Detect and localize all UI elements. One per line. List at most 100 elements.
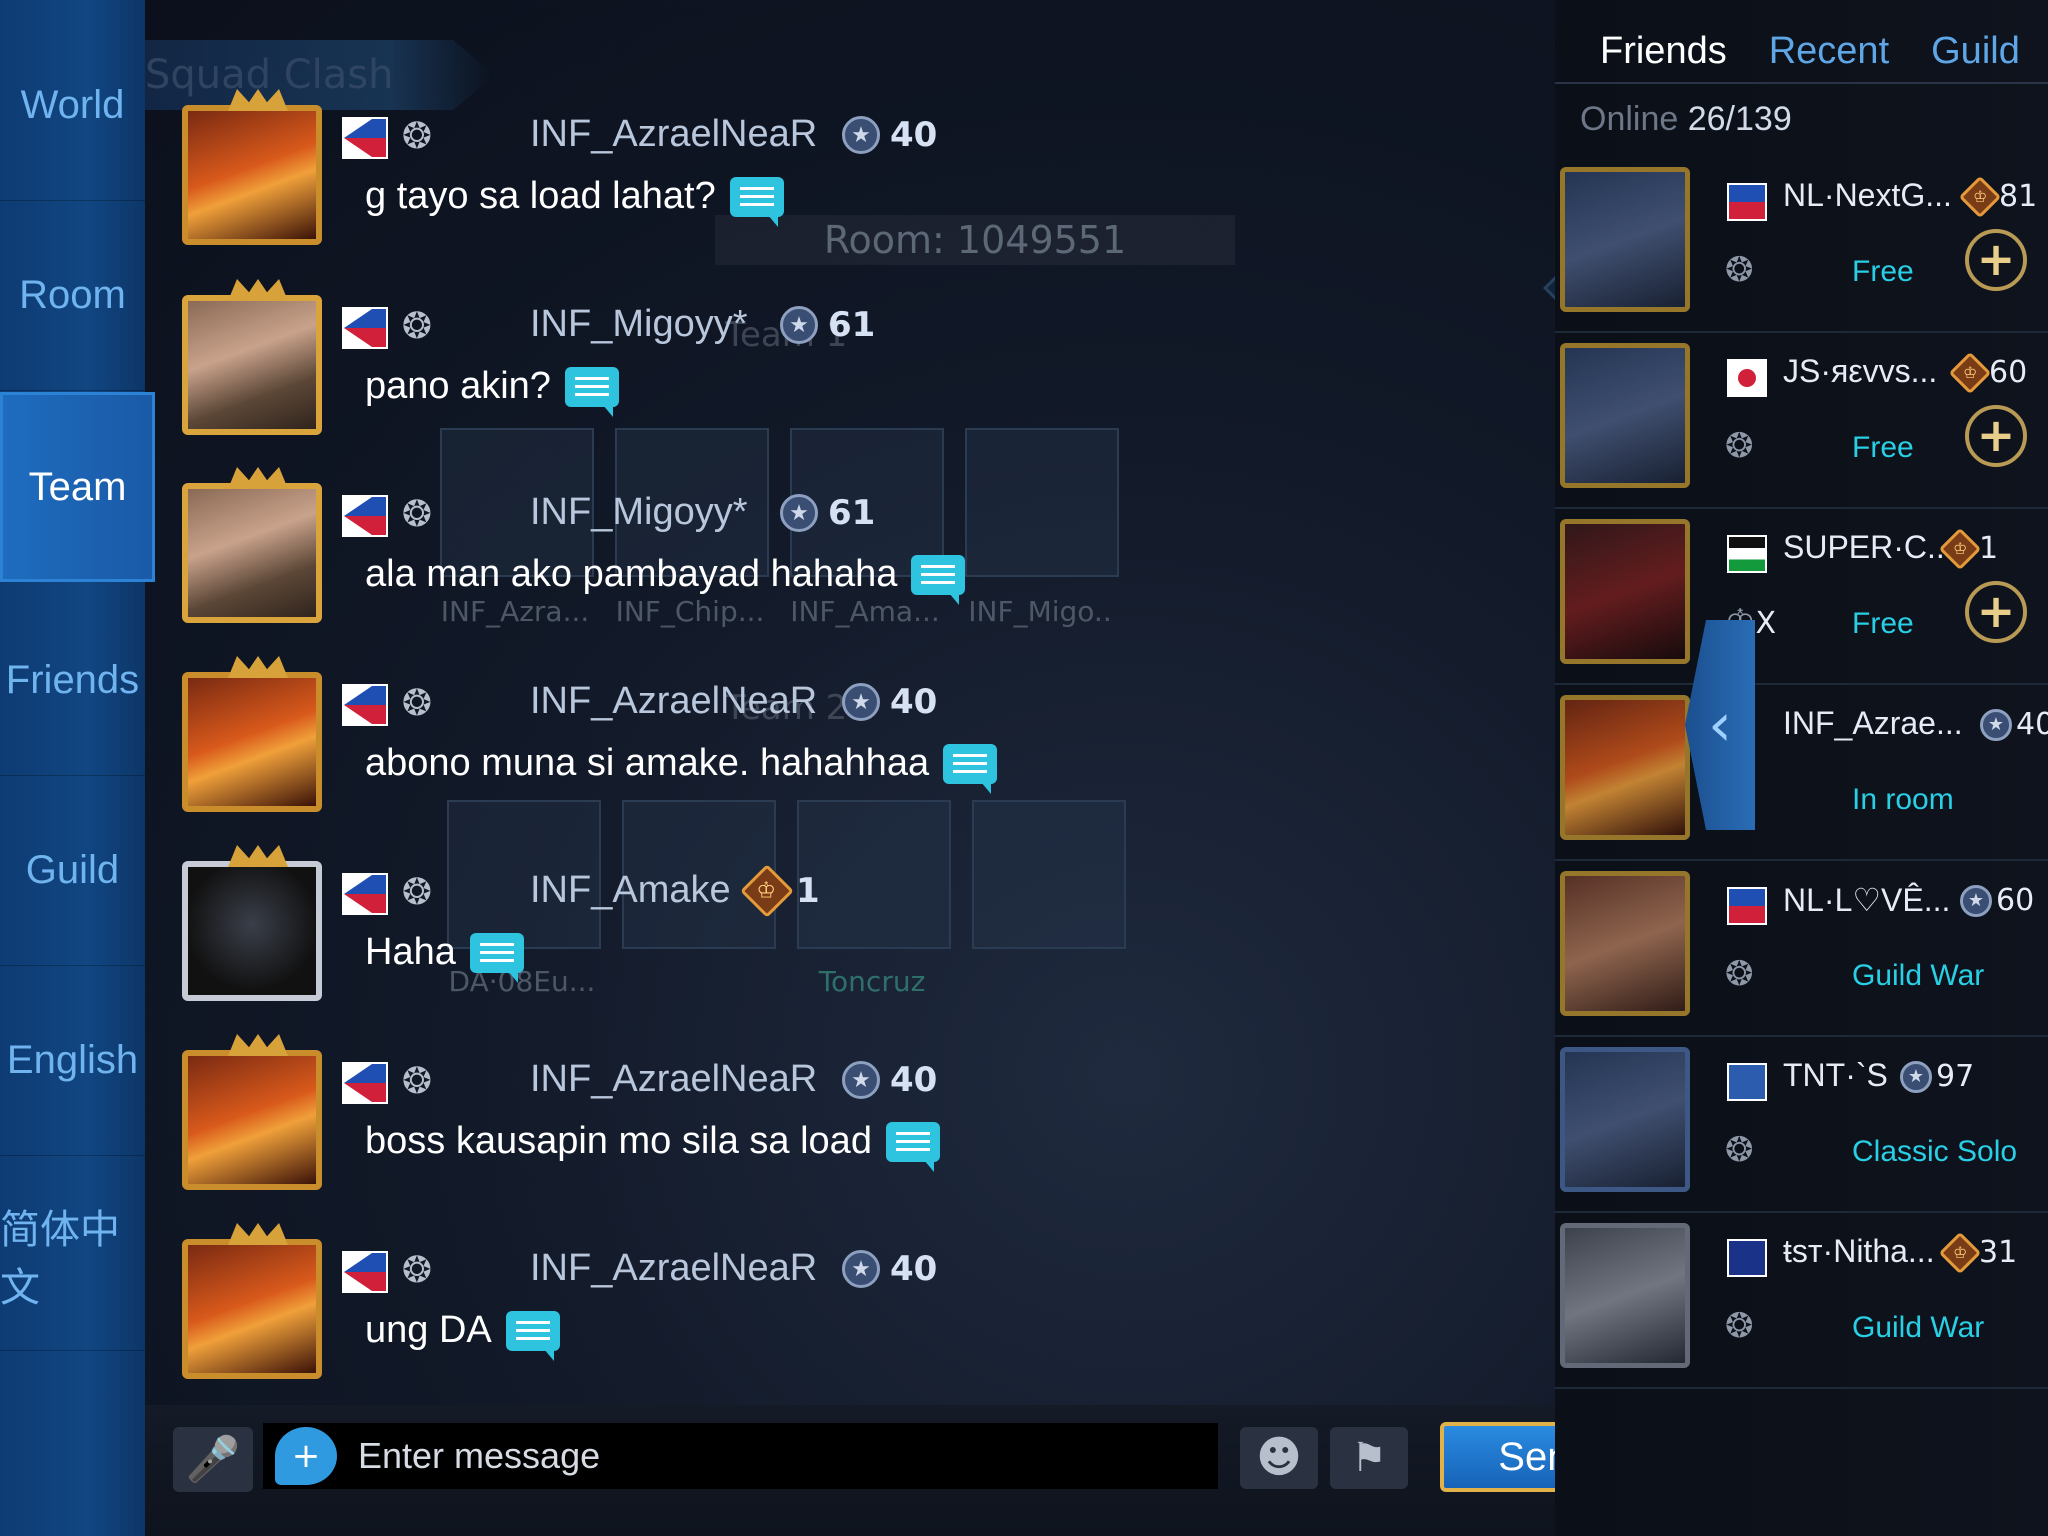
friend-row[interactable]: NL·L♡VÊ... ★ 60 ❂ Guild War xyxy=(1555,859,2048,1037)
chat-message: ❂ INF_Migoyy* ★ 61 ala man ako pambayad h… xyxy=(170,423,1470,623)
friend-name: JS·яεvvs... xyxy=(1783,353,1938,389)
message-text: boss kausapin mo sila sa load xyxy=(365,1120,872,1162)
friends-panel-tabs: Friends Recent Guild xyxy=(1600,30,2020,73)
friend-row[interactable]: SUPER·C... ♔1 ♔ X Free + xyxy=(1555,507,2048,685)
crown-icon xyxy=(228,467,288,489)
message-input[interactable] xyxy=(263,1423,1218,1489)
rank: ★ 40 xyxy=(842,1060,937,1100)
quick-chat-icon[interactable]: + xyxy=(275,1427,337,1485)
tab-label: Room xyxy=(19,272,126,317)
friend-row[interactable]: JS·яεvvs... ♔ 60 ❂ Free + xyxy=(1555,331,2048,509)
rank-star-icon: ★ xyxy=(842,1061,880,1099)
philippines-flag-icon xyxy=(342,495,388,537)
tab-team[interactable]: Team xyxy=(0,392,155,582)
microphone-icon[interactable]: 🎤 xyxy=(173,1427,253,1492)
tab-guild[interactable]: Guild xyxy=(0,775,145,966)
message-text-row: pano akin? xyxy=(365,365,619,417)
rank-value: 61 xyxy=(828,493,876,533)
japan-flag-icon xyxy=(1727,359,1767,397)
tab-chinese[interactable]: 简体中文 xyxy=(0,1160,145,1351)
friend-name: INF_Azrae... xyxy=(1783,705,1963,741)
crown-icon xyxy=(228,656,288,678)
rank-crown-icon: ♔ xyxy=(740,864,794,918)
medal-icon: ❂ xyxy=(401,494,433,535)
friend-avatar xyxy=(1560,871,1690,1016)
medal-icon: ❂ xyxy=(401,1250,433,1291)
username[interactable]: INF_Migoyy* xyxy=(530,491,748,534)
rank-star-icon: ★ xyxy=(780,306,818,344)
rank-star-icon: ★ xyxy=(1900,1060,1932,1093)
tab-recent[interactable]: Recent xyxy=(1769,30,1889,73)
friend-row[interactable]: INF_Azrae... ★ 40 In room xyxy=(1555,683,2048,861)
tab-world[interactable]: World xyxy=(0,10,145,201)
rank-value: 1 xyxy=(796,871,820,911)
rank: ★ 40 xyxy=(842,682,937,722)
username[interactable]: INF_AzraelNeaR xyxy=(530,113,817,156)
username[interactable]: INF_Migoyy* xyxy=(530,303,748,346)
rank-star-icon: ★ xyxy=(842,116,880,154)
crown-icon xyxy=(228,845,288,867)
online-label: Online xyxy=(1580,100,1679,138)
friend-name: ŧsт·Nitha... xyxy=(1783,1233,1935,1269)
chat-message: ❂ INF_AzraelNeaR ★ 40 ung DA xyxy=(170,1179,1470,1379)
username[interactable]: INF_AzraelNeaR xyxy=(530,1247,817,1290)
friend-row[interactable]: ŧsт·Nitha... ♔ 31 ❂ Guild War xyxy=(1555,1211,2048,1389)
tab-room[interactable]: Room xyxy=(0,200,145,391)
message-text: pano akin? xyxy=(365,365,551,407)
flag-icon[interactable]: ⚑ xyxy=(1330,1427,1408,1489)
chat-message: ❂ INF_Amake ♔ 1 Haha xyxy=(170,801,1470,1001)
tab-english[interactable]: English xyxy=(0,965,145,1156)
channel-sidebar: World Room Team Friends Guild English 简体… xyxy=(0,0,155,1536)
tab-friends-list[interactable]: Friends xyxy=(1600,30,1727,73)
rank-crown-icon: ♔ xyxy=(1948,351,1992,394)
rank-star-icon: ★ xyxy=(1960,884,1992,917)
avatar[interactable] xyxy=(182,467,322,623)
friend-name: NL·L♡VÊ... xyxy=(1783,882,1951,918)
rank-crown-icon: ♔ xyxy=(1938,1231,1982,1274)
friend-row[interactable]: TNT·`S ★ 97 ❂ Classic Solo xyxy=(1555,1035,2048,1213)
avatar[interactable] xyxy=(182,89,322,245)
avatar[interactable] xyxy=(182,1223,322,1379)
translate-bubble-icon[interactable] xyxy=(885,1121,940,1172)
message-text: ala man ako pambayad hahaha xyxy=(365,553,898,595)
philippines-flag-icon xyxy=(1727,183,1767,221)
avatar[interactable] xyxy=(182,845,322,1001)
emoji-icon[interactable]: ☻ xyxy=(1240,1427,1318,1489)
translate-bubble-icon[interactable] xyxy=(729,176,784,227)
tab-friends[interactable]: Friends xyxy=(0,585,145,776)
invite-plus-button[interactable]: + xyxy=(1965,405,2027,467)
avatar[interactable] xyxy=(182,279,322,435)
friend-row[interactable]: NL·NextG... ♔ 81 ❂ Free + xyxy=(1555,155,2048,333)
username[interactable]: INF_AzraelNeaR xyxy=(530,1058,817,1101)
invite-plus-button[interactable]: + xyxy=(1965,229,2027,291)
translate-bubble-icon[interactable] xyxy=(505,1310,560,1361)
username[interactable]: INF_Amake xyxy=(530,869,731,912)
avatar[interactable] xyxy=(182,1034,322,1190)
translate-bubble-icon[interactable] xyxy=(469,932,524,983)
avatar[interactable] xyxy=(182,656,322,812)
rank-star-icon: ★ xyxy=(1980,708,2012,741)
translate-bubble-icon[interactable] xyxy=(911,554,966,605)
medal-icon: ❂ xyxy=(1725,426,1754,466)
rank-crown-icon: ♔ xyxy=(1958,175,2002,218)
rank-star-icon: ★ xyxy=(780,494,818,532)
friend-rank: ♔ 81 xyxy=(1958,175,2037,218)
tab-label: Friends xyxy=(5,657,140,702)
chat-message: ❂ INF_AzraelNeaR ★ 40 abono muna si amake… xyxy=(170,612,1470,812)
translate-bubble-icon[interactable] xyxy=(943,743,998,794)
friend-rank: ★ 60 xyxy=(1960,883,2034,918)
invite-plus-button[interactable]: + xyxy=(1965,581,2027,643)
medal-icon: ❂ xyxy=(401,116,433,157)
medal-icon: ❂ xyxy=(1725,1306,1754,1346)
tab-guild-list[interactable]: Guild xyxy=(1931,30,2020,73)
username[interactable]: INF_AzraelNeaR xyxy=(530,680,817,723)
friend-status: Classic Solo xyxy=(1852,1135,2018,1168)
message-text-row: abono muna si amake. hahahhaa xyxy=(365,742,998,794)
philippines-flag-icon xyxy=(342,307,388,349)
tab-label: 简体中文 xyxy=(0,1208,120,1310)
friend-rank-value: 97 xyxy=(1936,1059,1975,1094)
friend-rank: ★ 97 xyxy=(1900,1059,1974,1094)
friend-status: In room xyxy=(1852,783,1954,816)
translate-bubble-icon[interactable] xyxy=(564,366,619,417)
friend-rank: ♔ 31 xyxy=(1938,1231,2017,1274)
